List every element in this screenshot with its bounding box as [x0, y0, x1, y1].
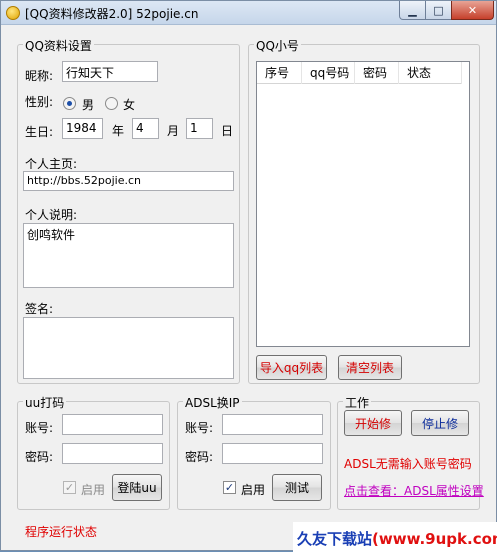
start-button[interactable]: 开始修: [344, 410, 402, 436]
maximize-icon: □: [433, 3, 444, 17]
window-title: [QQ资料修改器2.0] 52pojie.cn: [25, 7, 199, 21]
signature-label: 签名:: [25, 302, 54, 316]
adsl-password-input[interactable]: [222, 443, 323, 464]
uu-account-input[interactable]: [62, 414, 163, 435]
close-icon: ✕: [467, 3, 478, 17]
year-unit-label: 年: [112, 124, 125, 138]
adsl-account-input[interactable]: [222, 414, 323, 435]
minimize-button[interactable]: ▁: [399, 1, 426, 20]
birth-day-input[interactable]: 1: [186, 118, 213, 139]
app-icon: [6, 6, 20, 20]
import-qq-list-button[interactable]: 导入qq列表: [256, 355, 327, 380]
gender-female-radio[interactable]: [105, 97, 118, 110]
nickname-label: 昵称:: [25, 69, 54, 83]
adsl-group-title: ADSL换IP: [183, 394, 242, 411]
main-window: [QQ资料修改器2.0] 52pojie.cn ▁ □ ✕ QQ资料设置 昵称:…: [0, 0, 497, 552]
stop-button[interactable]: 停止修: [411, 410, 469, 436]
column-header[interactable]: 序号: [257, 62, 302, 84]
gender-label: 性别:: [25, 95, 54, 109]
column-header[interactable]: 密码: [355, 62, 399, 84]
clear-list-button[interactable]: 清空列表: [338, 355, 402, 380]
maximize-button[interactable]: □: [425, 1, 452, 20]
program-status-text: 程序运行状态: [25, 525, 98, 539]
uu-login-button[interactable]: 登陆uu: [112, 474, 162, 501]
uu-enable-checkbox[interactable]: ✓: [63, 481, 76, 494]
uu-enable-label: 启用: [81, 483, 106, 497]
uu-password-input[interactable]: [62, 443, 163, 464]
adsl-test-button[interactable]: 测试: [272, 474, 322, 501]
birth-year-input[interactable]: 1984: [62, 118, 103, 139]
signature-textarea[interactable]: [23, 317, 234, 379]
work-group-title: 工作: [343, 394, 372, 411]
uu-group-title: uu打码: [23, 394, 67, 411]
list-header: 序号 qq号码 密码 状态: [257, 62, 462, 84]
homepage-input[interactable]: http://bbs.52pojie.cn: [23, 171, 234, 191]
nickname-input[interactable]: 行知天下: [62, 61, 158, 82]
minimize-icon: ▁: [408, 3, 417, 17]
gender-female-label[interactable]: 女: [123, 96, 135, 113]
adsl-enable-label: 启用: [241, 483, 266, 497]
adsl-password-label: 密码:: [185, 450, 214, 464]
day-unit-label: 日: [221, 124, 234, 138]
uu-password-label: 密码:: [25, 450, 54, 464]
profile-group-title: QQ资料设置: [23, 37, 94, 54]
description-label: 个人说明:: [25, 208, 78, 222]
watermark-site-name: 久友下载站: [297, 530, 373, 548]
adsl-account-label: 账号:: [185, 421, 214, 435]
column-header[interactable]: qq号码: [302, 62, 355, 84]
adsl-note-text: ADSL无需输入账号密码: [344, 457, 472, 471]
month-unit-label: 月: [167, 124, 180, 138]
adsl-enable-checkbox[interactable]: ✓: [223, 481, 236, 494]
title-bar[interactable]: [QQ资料修改器2.0] 52pojie.cn ▁ □ ✕: [1, 1, 496, 25]
close-button[interactable]: ✕: [451, 1, 494, 20]
uu-account-label: 账号:: [25, 421, 54, 435]
qq-account-list[interactable]: 序号 qq号码 密码 状态: [256, 61, 470, 347]
birth-month-input[interactable]: 4: [132, 118, 159, 139]
qq-list-group-title: QQ小号: [254, 37, 301, 54]
column-header[interactable]: 状态: [399, 62, 462, 84]
watermark-url: (www.9upk.com): [372, 530, 497, 548]
gender-male-radio[interactable]: [63, 97, 76, 110]
adsl-settings-link[interactable]: 点击查看：ADSL属性设置: [344, 482, 484, 499]
description-textarea[interactable]: 创鸣软件: [23, 223, 234, 288]
site-watermark: 久友下载站(www.9upk.com): [293, 522, 497, 552]
birthday-label: 生日:: [25, 125, 54, 139]
gender-male-label[interactable]: 男: [82, 96, 94, 113]
homepage-label: 个人主页:: [25, 157, 78, 171]
